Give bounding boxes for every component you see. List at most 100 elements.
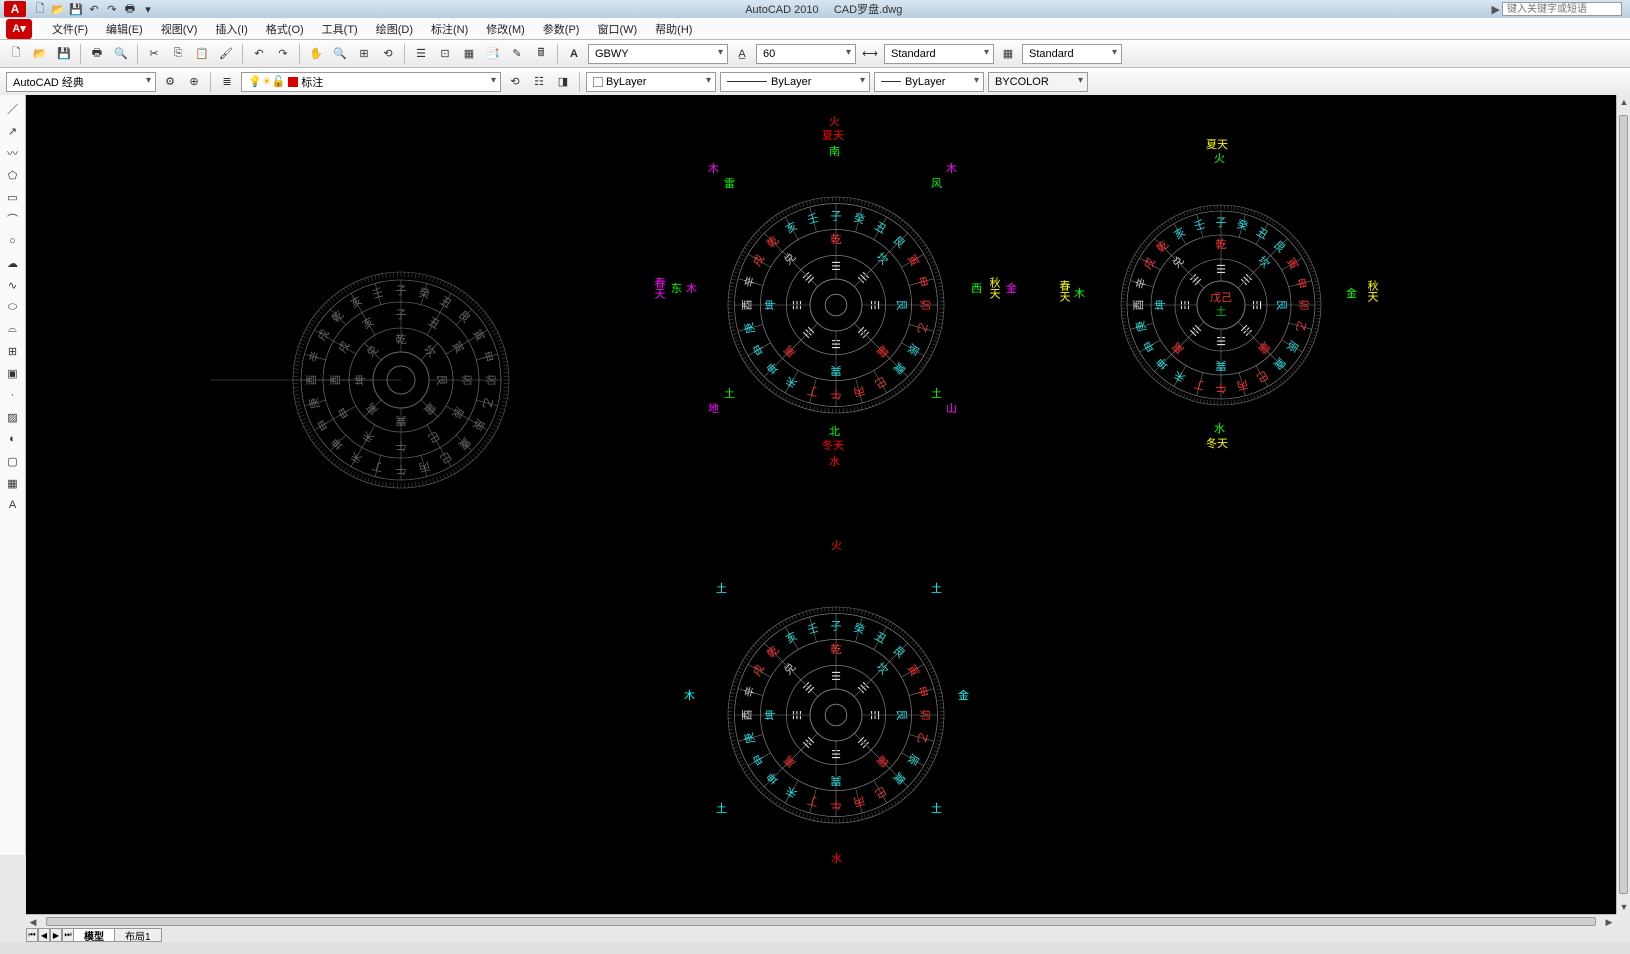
horizontal-scrollbar[interactable]: ◀ ▶ [26, 914, 1616, 928]
zoom-window-button[interactable]: ⊞ [354, 44, 374, 64]
drawing-canvas[interactable]: 子癸丑艮寅甲卯乙辰巽巳丙午丁未坤申庚酉辛戌乾亥壬子丑寅卯辰巳午未申酉戌亥乾坎艮震… [26, 95, 1616, 914]
size-combo[interactable]: 60 [756, 44, 856, 64]
layer-manager-button[interactable]: ≣ [217, 72, 237, 92]
lineweight-combo[interactable]: ByLayer [874, 72, 984, 92]
text-color-icon[interactable]: A̲ [732, 44, 752, 64]
compass2-top-2: 夏天 [822, 127, 844, 143]
menu-insert[interactable]: 插入(I) [207, 18, 255, 40]
menu-edit[interactable]: 编辑(E) [98, 18, 151, 40]
spline-tool[interactable]: ∿ [3, 275, 23, 295]
tool-palette-button[interactable]: ▦ [459, 44, 479, 64]
workspace-combo[interactable]: AutoCAD 经典 [6, 72, 156, 92]
redo-button[interactable]: ↷ [273, 44, 293, 64]
color-combo[interactable]: ByLayer [586, 72, 716, 92]
zoom-prev-button[interactable]: ⟲ [378, 44, 398, 64]
search-arrow-icon[interactable]: ▶ [1492, 3, 1500, 16]
scroll-up-arrow[interactable]: ▲ [1617, 95, 1630, 109]
menu-dimension[interactable]: 标注(N) [423, 18, 476, 40]
polyline-tool[interactable]: 〰 [3, 143, 23, 163]
rectangle-tool[interactable]: ▭ [3, 187, 23, 207]
preview-button[interactable]: 🔍 [111, 44, 131, 64]
scroll-thumb-h[interactable] [46, 917, 1596, 926]
zoom-button[interactable]: 🔍 [330, 44, 350, 64]
font-combo[interactable]: GBWY [588, 44, 728, 64]
plotstyle-combo[interactable]: BYCOLOR [988, 72, 1088, 92]
undo-icon[interactable]: ↶ [86, 1, 102, 17]
make-block-tool[interactable]: ▣ [3, 363, 23, 383]
properties-button[interactable]: ☰ [411, 44, 431, 64]
point-tool[interactable]: · [3, 385, 23, 405]
tab-model[interactable]: 模型 [74, 928, 115, 942]
undo-button[interactable]: ↶ [249, 44, 269, 64]
tab-next[interactable]: ▶ [50, 928, 62, 942]
design-center-button[interactable]: ⊡ [435, 44, 455, 64]
dim-style-icon[interactable]: ⟷ [860, 44, 880, 64]
vertical-scrollbar[interactable]: ▲ ▼ [1616, 95, 1630, 914]
workspace-settings-button[interactable]: ⚙ [160, 72, 180, 92]
menu-modify[interactable]: 修改(M) [478, 18, 533, 40]
qat-dropdown-icon[interactable]: ▾ [140, 1, 156, 17]
scroll-down-arrow[interactable]: ▼ [1617, 900, 1630, 914]
scroll-thumb-v[interactable] [1619, 115, 1628, 894]
pan-button[interactable]: ✋ [306, 44, 326, 64]
calc-button[interactable]: 🖩 [531, 44, 551, 64]
redo-icon[interactable]: ↷ [104, 1, 120, 17]
title-bar: A 🗋 📂 💾 ↶ ↷ 🖶 ▾ AutoCAD 2010 CAD罗盘.dwg ▶ [0, 0, 1630, 18]
menu-format[interactable]: 格式(O) [258, 18, 312, 40]
menu-tools[interactable]: 工具(T) [314, 18, 366, 40]
cut-button[interactable]: ✂ [144, 44, 164, 64]
menu-window[interactable]: 窗口(W) [589, 18, 645, 40]
menu-help[interactable]: 帮助(H) [647, 18, 700, 40]
sheetset-button[interactable]: 📑 [483, 44, 503, 64]
ellipse-tool[interactable]: ⬭ [3, 297, 23, 317]
ellipse-arc-tool[interactable]: ⌓ [3, 319, 23, 339]
xline-tool[interactable]: ↗ [3, 121, 23, 141]
text-tool[interactable]: A [3, 495, 23, 515]
polygon-tool[interactable]: ⬠ [3, 165, 23, 185]
scroll-left-arrow[interactable]: ◀ [26, 915, 40, 929]
insert-block-tool[interactable]: ⊞ [3, 341, 23, 361]
save-icon[interactable]: 💾 [68, 1, 84, 17]
layer-prev-button[interactable]: ⟲ [505, 72, 525, 92]
open-icon[interactable]: 📂 [50, 1, 66, 17]
line-tool[interactable]: ／ [3, 99, 23, 119]
layer-iso-button[interactable]: ◨ [553, 72, 573, 92]
menu-file[interactable]: 文件(F) [44, 18, 96, 40]
tab-last[interactable]: ⏭ [62, 928, 74, 942]
menu-view[interactable]: 视图(V) [153, 18, 206, 40]
search-input[interactable] [1502, 2, 1622, 16]
tab-prev[interactable]: ◀ [38, 928, 50, 942]
layer-state-button[interactable]: ☷ [529, 72, 549, 92]
new-button[interactable]: 🗋 [6, 44, 26, 64]
layer-combo[interactable]: 💡 ☀ 🔓 标注 [241, 72, 501, 92]
scroll-right-arrow[interactable]: ▶ [1602, 915, 1616, 929]
print-icon[interactable]: 🖶 [122, 1, 138, 17]
workspace-save-button[interactable]: ⊕ [184, 72, 204, 92]
copy-button[interactable]: ⎘ [168, 44, 188, 64]
app-logo[interactable]: A [4, 1, 26, 17]
markup-button[interactable]: ✎ [507, 44, 527, 64]
gradient-tool[interactable]: ◐ [3, 429, 23, 449]
circle-tool[interactable]: ○ [3, 231, 23, 251]
save-button[interactable]: 💾 [54, 44, 74, 64]
dimstyle-combo[interactable]: Standard [884, 44, 994, 64]
tab-first[interactable]: ⏮ [26, 928, 38, 942]
hatch-tool[interactable]: ▨ [3, 407, 23, 427]
menu-parametric[interactable]: 参数(P) [535, 18, 588, 40]
paste-button[interactable]: 📋 [192, 44, 212, 64]
print-button[interactable]: 🖶 [87, 44, 107, 64]
menu-draw[interactable]: 绘图(D) [368, 18, 421, 40]
application-menu-button[interactable]: A▾ [6, 19, 32, 39]
open-button[interactable]: 📂 [30, 44, 50, 64]
text-style-icon[interactable]: A [564, 44, 584, 64]
revcloud-tool[interactable]: ☁ [3, 253, 23, 273]
tablestyle-combo[interactable]: Standard [1022, 44, 1122, 64]
match-button[interactable]: 🖌 [216, 44, 236, 64]
new-icon[interactable]: 🗋 [32, 1, 48, 17]
region-tool[interactable]: ▢ [3, 451, 23, 471]
tab-layout1[interactable]: 布局1 [115, 928, 162, 942]
arc-tool[interactable]: ⌒ [3, 209, 23, 229]
linetype-combo[interactable]: ByLayer [720, 72, 870, 92]
table-style-icon[interactable]: ▦ [998, 44, 1018, 64]
table-tool[interactable]: ▦ [3, 473, 23, 493]
